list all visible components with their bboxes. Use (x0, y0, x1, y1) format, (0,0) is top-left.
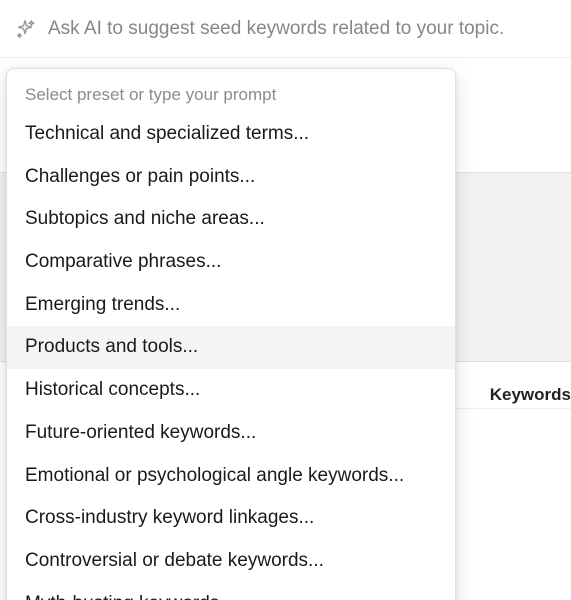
preset-option[interactable]: Challenges or pain points... (7, 156, 455, 199)
preset-option[interactable]: Emotional or psychological angle keyword… (7, 455, 455, 498)
preset-option[interactable]: Subtopics and niche areas... (7, 198, 455, 241)
preset-option[interactable]: Comparative phrases... (7, 241, 455, 284)
preset-dropdown: Select preset or type your prompt Techni… (6, 68, 456, 600)
preset-option[interactable]: Historical concepts... (7, 369, 455, 412)
preset-option[interactable]: Controversial or debate keywords... (7, 540, 455, 583)
dropdown-header: Select preset or type your prompt (7, 75, 455, 113)
preset-option[interactable]: Technical and specialized terms... (7, 113, 455, 156)
ai-prompt-input[interactable] (48, 18, 557, 40)
column-header-keywords: Keywords (484, 373, 571, 417)
preset-option[interactable]: Future-oriented keywords... (7, 412, 455, 455)
ai-search-row (0, 0, 571, 58)
sparkle-icon (14, 18, 36, 40)
preset-option[interactable]: Emerging trends... (7, 284, 455, 327)
background-divider (450, 408, 571, 409)
preset-option[interactable]: Products and tools... (7, 326, 455, 369)
preset-option[interactable]: Cross-industry keyword linkages... (7, 497, 455, 540)
preset-option[interactable]: Myth-busting keywords... (7, 583, 455, 600)
